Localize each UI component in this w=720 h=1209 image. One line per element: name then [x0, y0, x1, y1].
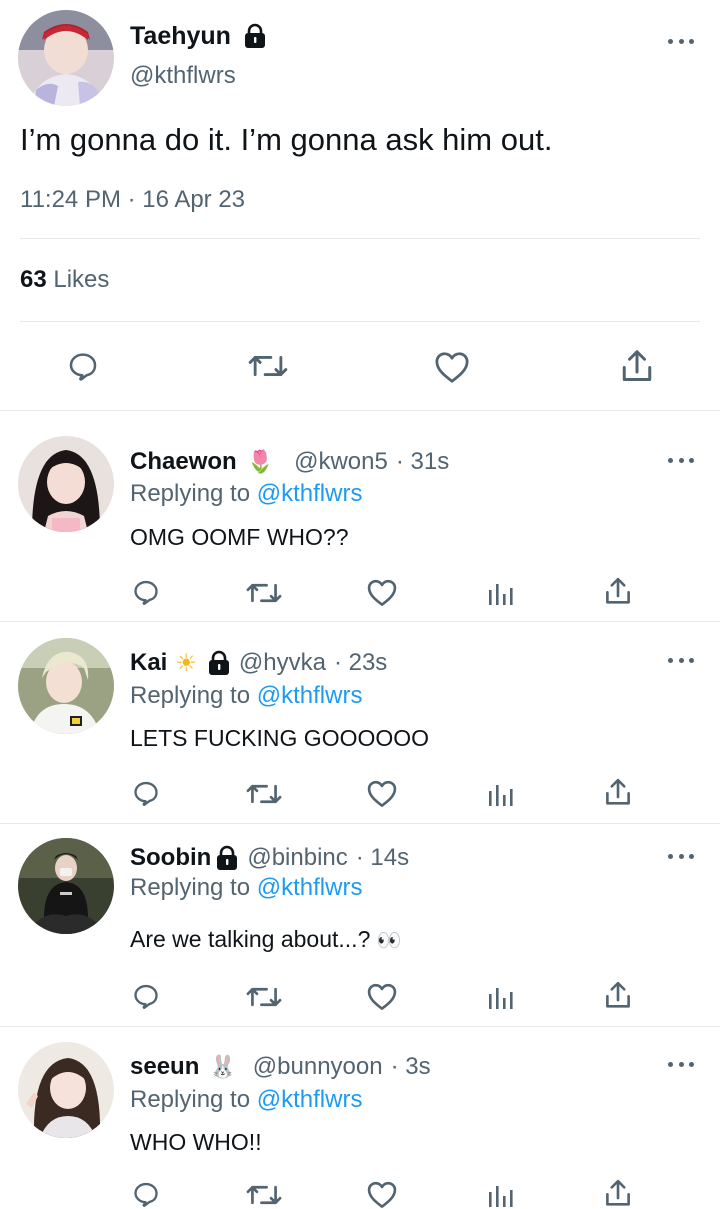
replying-to: Replying to @kthflwrs — [130, 874, 362, 902]
bunny-emoji: 🐰 — [209, 1054, 237, 1079]
analytics-icon[interactable] — [488, 781, 514, 807]
replying-to-handle[interactable]: @kthflwrs — [257, 480, 363, 507]
reply-icon[interactable] — [131, 578, 161, 606]
reply-header: Chaewon 🌷 @kwon5 · 31s — [130, 446, 449, 478]
avatar-taehyun[interactable] — [18, 10, 114, 106]
divider — [20, 238, 700, 239]
reply-author-handle[interactable]: @binbinc — [247, 844, 347, 872]
likes-label: Likes — [53, 266, 110, 293]
avatar-seeun[interactable] — [18, 1042, 114, 1138]
divider — [0, 823, 720, 824]
replying-to-label: Replying to — [130, 1086, 251, 1113]
share-icon[interactable] — [604, 777, 632, 807]
reply-text-line: Are we talking about...? 👀 — [130, 926, 402, 953]
lock-icon — [207, 650, 231, 676]
replying-to-handle[interactable]: @kthflwrs — [257, 874, 363, 901]
author-handle[interactable]: @kthflwrs — [130, 62, 236, 90]
lock-icon — [243, 23, 267, 49]
retweet-icon[interactable] — [246, 984, 282, 1010]
likes-count: 63 — [20, 266, 47, 293]
analytics-icon[interactable] — [488, 580, 514, 606]
author-name-row: Taehyun — [130, 20, 267, 52]
reply-time[interactable]: · 3s — [391, 1053, 431, 1081]
tweet-timestamp[interactable]: 11:24 PM · 16 Apr 23 — [20, 186, 245, 214]
like-icon[interactable] — [366, 578, 398, 607]
reply-author-name[interactable]: Chaewon — [130, 448, 237, 476]
like-icon[interactable] — [366, 1180, 398, 1209]
retweet-icon[interactable] — [246, 580, 282, 606]
more-options-icon[interactable] — [668, 851, 694, 861]
divider — [20, 321, 700, 322]
more-options-icon[interactable] — [668, 36, 694, 46]
tweet-text: I’m gonna do it. I’m gonna ask him out. — [20, 122, 553, 157]
like-icon[interactable] — [366, 982, 398, 1011]
reply-header: Soobin @binbinc · 14s — [130, 842, 409, 874]
more-options-icon[interactable] — [668, 655, 694, 665]
share-icon[interactable] — [620, 348, 654, 384]
likes-stat[interactable]: 63 Likes — [20, 266, 109, 294]
more-options-icon[interactable] — [668, 455, 694, 465]
reply-time[interactable]: · 23s — [334, 649, 387, 677]
reply-icon[interactable] — [66, 350, 100, 382]
reply-text: OMG OOMF WHO?? — [130, 524, 349, 550]
replying-to-label: Replying to — [130, 480, 251, 507]
reply-author-handle[interactable]: @kwon5 — [294, 448, 388, 476]
author-name[interactable]: Taehyun — [130, 22, 231, 51]
reply-time[interactable]: · 14s — [356, 844, 409, 872]
reply-author-handle[interactable]: @hyvka — [239, 649, 326, 677]
replying-to-handle[interactable]: @kthflwrs — [257, 1086, 363, 1113]
reply-time[interactable]: · 31s — [396, 448, 449, 476]
reply-icon[interactable] — [131, 982, 161, 1010]
reply-text: LETS FUCKING GOOOOOO — [130, 725, 430, 751]
analytics-icon[interactable] — [488, 984, 514, 1010]
avatar-kai[interactable] — [18, 638, 114, 734]
more-options-icon[interactable] — [668, 1059, 694, 1069]
avatar-soobin[interactable] — [18, 838, 114, 934]
lock-icon — [215, 845, 239, 871]
reply-author-name[interactable]: Soobin — [130, 844, 211, 872]
reply-author-handle[interactable]: @bunnyoon — [253, 1053, 383, 1081]
replying-to-label: Replying to — [130, 682, 251, 709]
share-icon[interactable] — [604, 576, 632, 606]
replying-to: Replying to @kthflwrs — [130, 480, 362, 508]
reply-header: seeun 🐰 @bunnyoon · 3s — [130, 1051, 431, 1083]
replying-to-handle[interactable]: @kthflwrs — [257, 682, 363, 709]
reply-icon[interactable] — [131, 779, 161, 807]
reply-author-name[interactable]: seeun — [130, 1053, 199, 1081]
sun-emoji: ☀ — [175, 649, 197, 677]
like-icon[interactable] — [433, 350, 471, 384]
tulip-emoji: 🌷 — [246, 449, 275, 474]
avatar-chaewon[interactable] — [18, 436, 114, 532]
divider — [0, 621, 720, 622]
reply-author-name[interactable]: Kai — [130, 649, 167, 677]
reply-icon[interactable] — [131, 1180, 161, 1208]
reply-text: Are we talking about...? — [130, 926, 371, 952]
replying-to: Replying to @kthflwrs — [130, 682, 362, 710]
reply-text: WHO WHO!! — [130, 1129, 262, 1155]
retweet-icon[interactable] — [248, 351, 288, 381]
share-icon[interactable] — [604, 980, 632, 1010]
eyes-emoji: 👀 — [376, 930, 402, 952]
retweet-icon[interactable] — [246, 781, 282, 807]
analytics-icon[interactable] — [488, 1182, 514, 1208]
share-icon[interactable] — [604, 1178, 632, 1208]
retweet-icon[interactable] — [246, 1182, 282, 1208]
reply-header: Kai ☀ @hyvka · 23s — [130, 647, 387, 679]
replying-to: Replying to @kthflwrs — [130, 1086, 362, 1114]
replying-to-label: Replying to — [130, 874, 251, 901]
divider — [0, 410, 720, 411]
divider — [0, 1026, 720, 1027]
like-icon[interactable] — [366, 779, 398, 808]
